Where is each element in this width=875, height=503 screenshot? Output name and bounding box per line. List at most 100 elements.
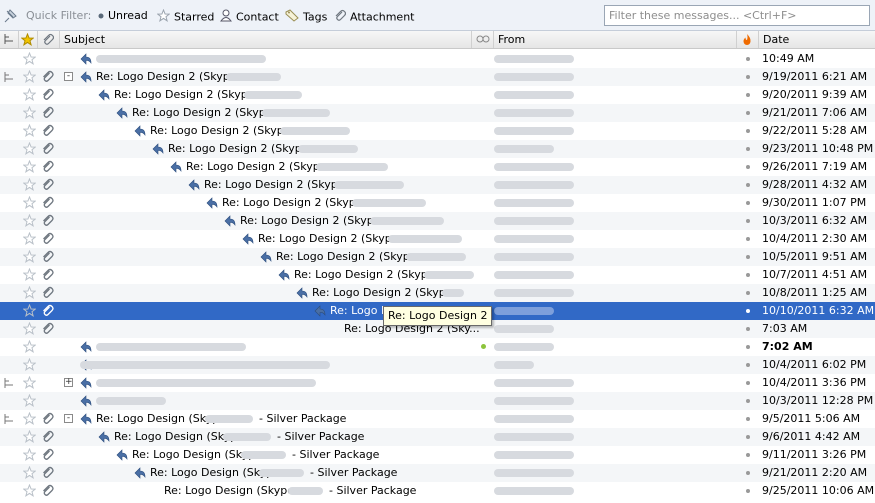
junk-status-icon[interactable] — [746, 309, 750, 313]
message-row[interactable]: Re: Logo Design 2 (Skype: 9/30/2011 1:07 … — [0, 194, 875, 212]
message-row[interactable]: - Re: Logo Design (Skype: - Silver Package… — [0, 410, 875, 428]
thread-icon[interactable] — [3, 413, 15, 425]
star-toggle-icon[interactable] — [22, 411, 37, 425]
message-row[interactable]: Re: Logo Design (Skype: - Silver Package 9… — [0, 482, 875, 500]
star-toggle-icon[interactable] — [22, 69, 37, 83]
thread-icon[interactable] — [3, 71, 15, 83]
junk-status-icon[interactable] — [746, 435, 750, 439]
star-toggle-icon[interactable] — [22, 141, 37, 155]
read-column-header[interactable] — [472, 31, 494, 48]
subject-column-header[interactable]: Subject — [60, 31, 472, 48]
expand-thread-icon[interactable]: + — [64, 378, 73, 387]
junk-status-icon[interactable] — [746, 345, 750, 349]
star-toggle-icon[interactable] — [22, 483, 37, 497]
junk-status-icon[interactable] — [746, 93, 750, 97]
junk-status-icon[interactable] — [746, 183, 750, 187]
reply-message-icon — [224, 215, 236, 227]
junk-status-icon[interactable] — [746, 363, 750, 367]
junk-status-icon[interactable] — [746, 201, 750, 205]
junk-status-icon[interactable] — [746, 111, 750, 115]
date-column-header[interactable]: Date — [759, 31, 875, 48]
junk-status-icon[interactable] — [746, 273, 750, 277]
junk-status-icon[interactable] — [746, 291, 750, 295]
message-row[interactable]: Re: Logo Design 2 (Skype: 10/5/2011 9:51 … — [0, 248, 875, 266]
message-row[interactable]: 10/3/2011 12:28 PM — [0, 392, 875, 410]
star-toggle-icon[interactable] — [22, 159, 37, 173]
message-row[interactable]: Re: Logo Design 2 (Skype: 9/28/2011 4:32 … — [0, 176, 875, 194]
collapse-thread-icon[interactable]: - — [64, 72, 73, 81]
star-toggle-icon[interactable] — [22, 177, 37, 191]
star-toggle-icon[interactable] — [22, 321, 37, 335]
junk-status-icon[interactable] — [746, 75, 750, 79]
junk-status-icon[interactable] — [746, 471, 750, 475]
filter-messages-input[interactable] — [605, 6, 869, 25]
tags-filter-button[interactable]: Tags — [285, 9, 327, 24]
contact-filter-button[interactable]: Contact — [220, 9, 279, 24]
junk-status-icon[interactable] — [746, 417, 750, 421]
star-toggle-icon[interactable] — [22, 267, 37, 281]
star-toggle-icon[interactable] — [22, 303, 37, 317]
junk-status-icon[interactable] — [746, 165, 750, 169]
starred-filter-button[interactable]: Starred — [156, 8, 214, 24]
message-row[interactable]: +10/4/2011 3:36 PM — [0, 374, 875, 392]
from-column-header[interactable]: From — [494, 31, 737, 48]
message-date: 10/5/2011 9:51 AM — [762, 250, 868, 263]
message-row[interactable]: Re: Logo Design 2 (Skype: 9/26/2011 7:19 … — [0, 158, 875, 176]
message-row[interactable]: Re: Logo Design 2 (Skype: 9/23/2011 10:48… — [0, 140, 875, 158]
star-toggle-icon[interactable] — [22, 123, 37, 137]
junk-status-icon[interactable] — [746, 237, 750, 241]
starred-column-header[interactable] — [19, 31, 38, 48]
star-toggle-icon[interactable] — [22, 249, 37, 263]
message-row[interactable]: Re: Logo Design 2 (Skype: 10/8/2011 1:25 … — [0, 284, 875, 302]
filter-messages-search[interactable] — [604, 5, 870, 26]
message-subject-text: Re: Logo Design 2 (Skype: — [114, 88, 259, 101]
junk-status-icon[interactable] — [746, 147, 750, 151]
junk-status-icon[interactable] — [746, 327, 750, 331]
star-toggle-icon[interactable] — [22, 429, 37, 443]
thread-column-header[interactable] — [0, 31, 19, 48]
star-toggle-icon[interactable] — [22, 195, 37, 209]
attachment-filter-button[interactable]: Attachment — [334, 9, 415, 24]
attachment-filter-label: Attachment — [350, 10, 415, 24]
unread-filter-button[interactable]: Unread — [98, 9, 148, 23]
star-toggle-icon[interactable] — [22, 231, 37, 245]
star-toggle-icon[interactable] — [22, 51, 37, 65]
star-toggle-icon[interactable] — [22, 87, 37, 101]
junk-status-icon[interactable] — [746, 399, 750, 403]
message-row[interactable]: 7:02 AM — [0, 338, 875, 356]
message-row[interactable]: Re: Logo Design 2 (Skype: 10/7/2011 4:51 … — [0, 266, 875, 284]
junk-status-icon[interactable] — [746, 57, 750, 61]
star-toggle-icon[interactable] — [22, 213, 37, 227]
star-toggle-icon[interactable] — [22, 105, 37, 119]
thread-icon[interactable] — [3, 377, 15, 389]
message-row[interactable]: Re: Logo Design 2 (Skype: 9/21/2011 7:06 … — [0, 104, 875, 122]
star-toggle-icon[interactable] — [22, 465, 37, 479]
message-row[interactable]: Re: Logo Design 2 (Skype: 9/20/2011 9:39 … — [0, 86, 875, 104]
junk-status-icon[interactable] — [746, 219, 750, 223]
message-row[interactable]: Re: Logo Design (Skype: - Silver Package 9… — [0, 446, 875, 464]
message-row[interactable]: 10:49 AM — [0, 50, 875, 68]
message-row[interactable]: 10/4/2011 6:02 PM — [0, 356, 875, 374]
message-row[interactable]: Re: Logo Design (Skype: - Silver Package 9… — [0, 464, 875, 482]
star-toggle-icon[interactable] — [22, 357, 37, 371]
junk-status-icon[interactable] — [746, 489, 750, 493]
attachment-column-header[interactable] — [38, 31, 60, 48]
star-toggle-icon[interactable] — [22, 447, 37, 461]
message-row[interactable]: Re: Logo Design 2 (Skype: 10/3/2011 6:32 … — [0, 212, 875, 230]
quick-filter-pin-icon[interactable] — [4, 9, 20, 23]
junk-status-icon[interactable] — [746, 255, 750, 259]
unread-status-icon[interactable] — [481, 344, 486, 349]
star-toggle-icon[interactable] — [22, 393, 37, 407]
junk-status-icon[interactable] — [746, 453, 750, 457]
message-row[interactable]: - Re: Logo Design 2 (Skype: 9/19/2011 6:21… — [0, 68, 875, 86]
junk-status-icon[interactable] — [746, 381, 750, 385]
message-row[interactable]: Re: Logo Design 2 (Skype: 9/22/2011 5:28 … — [0, 122, 875, 140]
junk-status-icon[interactable] — [746, 129, 750, 133]
message-row[interactable]: Re: Logo Design (Skype: - Silver Package 9… — [0, 428, 875, 446]
junk-column-header[interactable] — [737, 31, 759, 48]
star-toggle-icon[interactable] — [22, 339, 37, 353]
star-toggle-icon[interactable] — [22, 285, 37, 299]
star-toggle-icon[interactable] — [22, 375, 37, 389]
message-row[interactable]: Re: Logo Design 2 (Skype: 10/4/2011 2:30 … — [0, 230, 875, 248]
collapse-thread-icon[interactable]: - — [64, 414, 73, 423]
